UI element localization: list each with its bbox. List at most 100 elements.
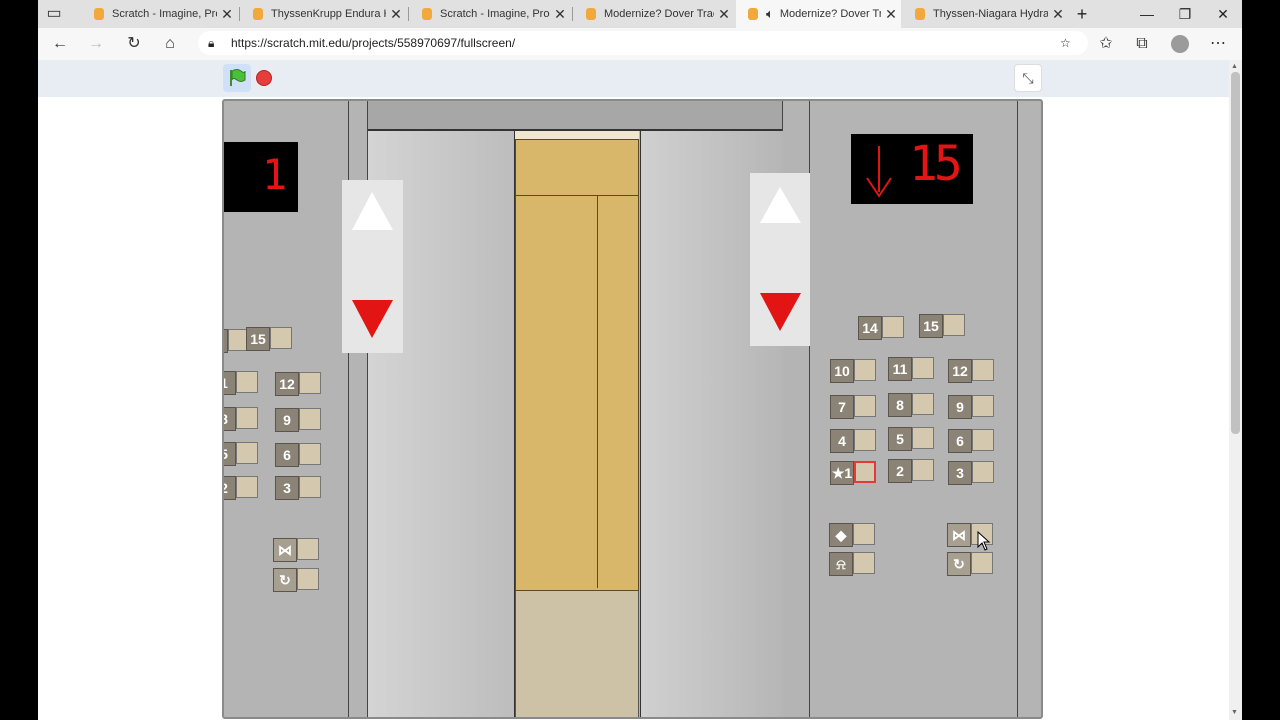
floor-button-4[interactable]: 4 xyxy=(830,429,878,453)
close-tab-icon[interactable]: ✕ xyxy=(386,6,406,23)
mouse-cursor-icon xyxy=(977,531,991,551)
floor-button-left-col[interactable]: 1 xyxy=(224,371,260,395)
down-arrow-icon xyxy=(866,146,892,198)
speaker-icon[interactable]: 🔈︎ xyxy=(766,6,774,22)
home-icon[interactable]: ⌂ xyxy=(154,28,186,60)
floor-button-9[interactable]: 9 xyxy=(948,395,996,419)
url-field[interactable]: 🔒︎ https://scratch.mit.edu/projects/5589… xyxy=(198,31,1088,55)
floor-button-6[interactable]: 6 xyxy=(948,429,996,453)
tab-separator xyxy=(572,7,573,21)
right-floor-display: 15 xyxy=(851,134,973,204)
reload-icon[interactable]: ↻ xyxy=(118,28,150,60)
left-floor-display: 1 xyxy=(224,142,298,212)
scratch-favicon-icon xyxy=(253,8,263,20)
up-arrow-icon xyxy=(352,192,393,230)
scroll-up-icon[interactable]: ▲ xyxy=(1231,63,1238,70)
green-flag-button[interactable] xyxy=(223,64,251,92)
scrollbar-thumb[interactable] xyxy=(1231,72,1240,434)
tab-actions-icon[interactable]: ▭ xyxy=(38,0,70,30)
tab-6[interactable]: Thyssen-Niagara Hydraulic ✕ xyxy=(903,0,1068,28)
lit-lamp xyxy=(854,461,876,483)
scratch-favicon-icon xyxy=(748,8,758,20)
lock-icon[interactable]: 🔒︎ xyxy=(208,31,214,55)
floor-button-3[interactable]: 3 xyxy=(948,461,996,485)
door-hold-button[interactable]: ◆ xyxy=(829,523,877,547)
forward-icon[interactable]: → xyxy=(80,28,112,60)
window-edge-left xyxy=(0,0,38,28)
floor-button-15[interactable]: 15 xyxy=(246,327,294,351)
floor-button-9[interactable]: 9 xyxy=(275,408,323,432)
door-close-icon: ↻ xyxy=(947,552,971,576)
more-menu-icon[interactable]: ⋯ xyxy=(1202,28,1234,60)
favorites-icon[interactable]: ✩ xyxy=(1090,28,1122,60)
scratch-favicon-icon xyxy=(915,8,925,20)
add-favorite-icon[interactable]: ☆ xyxy=(1060,31,1071,55)
floor-button-2[interactable]: 2 xyxy=(888,459,936,483)
left-hall-lantern xyxy=(342,180,403,353)
back-icon[interactable]: ← xyxy=(44,28,76,60)
cab-floor xyxy=(515,591,639,717)
tab-5-active[interactable]: 🔈︎ Modernize? Dover Traction ✕ xyxy=(736,0,901,28)
collections-icon[interactable]: ⧉ xyxy=(1126,28,1158,60)
right-hall-lantern xyxy=(750,173,810,346)
tab-1[interactable]: Scratch - Imagine, Program, Share ✕ xyxy=(82,0,237,28)
floor-button-left-col[interactable]: 5 xyxy=(224,442,260,466)
door-open-button[interactable]: ⋈ xyxy=(273,538,321,562)
floor-button-left-col[interactable]: 2 xyxy=(224,476,260,500)
floor-button-5[interactable]: 5 xyxy=(888,427,936,451)
floor-button-15[interactable]: 15 xyxy=(919,314,967,338)
floor-button-10[interactable]: 10 xyxy=(830,359,878,383)
close-tab-icon[interactable]: ✕ xyxy=(881,6,901,23)
door-open-icon: ⋈ xyxy=(273,538,297,562)
scratch-favicon-icon xyxy=(586,8,596,20)
alarm-icon: ⍾ xyxy=(829,552,853,576)
scroll-down-icon[interactable]: ▼ xyxy=(1231,709,1238,716)
floor-button-left-col[interactable]: 8 xyxy=(224,407,260,431)
down-arrow-icon xyxy=(352,300,393,338)
floor-button-14[interactable]: 14 xyxy=(858,316,906,340)
close-tab-icon[interactable]: ✕ xyxy=(217,6,237,23)
tab-4[interactable]: Modernize? Dover Traction ✕ xyxy=(574,0,734,28)
tab-bar: ▭ Scratch - Imagine, Program, Share ✕ Th… xyxy=(38,0,1242,28)
green-flag-icon xyxy=(230,69,246,86)
tab-3[interactable]: Scratch - Imagine, Program, Share ✕ xyxy=(410,0,570,28)
profile-avatar-icon[interactable] xyxy=(1164,28,1196,60)
scratch-stage-header xyxy=(38,60,1229,97)
door-close-icon: ↻ xyxy=(273,568,297,592)
minimize-icon[interactable]: — xyxy=(1128,0,1166,28)
alarm-button[interactable]: ⍾ xyxy=(829,552,877,576)
address-bar: ← → ↻ ⌂ 🔒︎ https://scratch.mit.edu/proje… xyxy=(38,28,1242,61)
scratch-stage[interactable]: 1 15 15 12 9 6 3 1 8 5 2 ⋈ ↻ 14 15 10 11… xyxy=(222,99,1043,719)
restore-icon[interactable]: ❐ xyxy=(1166,0,1204,28)
door-close-button[interactable]: ↻ xyxy=(273,568,321,592)
window-edge-right xyxy=(1242,0,1280,720)
floor-button-star-1[interactable]: ★1 xyxy=(830,461,878,485)
exit-fullscreen-button[interactable]: ⤡ xyxy=(1014,64,1042,92)
close-tab-icon[interactable]: ✕ xyxy=(714,6,734,23)
floor-button-12[interactable]: 12 xyxy=(948,359,996,383)
floor-button-12[interactable]: 12 xyxy=(275,372,323,396)
new-tab-button[interactable]: + xyxy=(1063,0,1101,28)
down-arrow-icon xyxy=(760,293,801,331)
close-window-icon[interactable]: ✕ xyxy=(1204,0,1242,28)
floor-button-7[interactable]: 7 xyxy=(830,395,878,419)
floor-button-6[interactable]: 6 xyxy=(275,443,323,467)
floor-button-11[interactable]: 11 xyxy=(888,357,936,381)
door-close-button[interactable]: ↻ xyxy=(947,552,995,576)
url-text: https://scratch.mit.edu/projects/5589706… xyxy=(231,36,516,50)
stop-button[interactable] xyxy=(256,70,272,86)
cab-light xyxy=(515,131,639,139)
tab-separator xyxy=(408,7,409,21)
scratch-favicon-icon xyxy=(422,8,432,20)
scratch-favicon-icon xyxy=(94,8,104,20)
tab-2[interactable]: ThyssenKrupp Endura Hydraulic ✕ xyxy=(241,0,406,28)
floor-button-8[interactable]: 8 xyxy=(888,393,936,417)
door-open-icon: ⋈ xyxy=(947,523,971,547)
cab-panel-line xyxy=(516,195,638,196)
floor-button-3[interactable]: 3 xyxy=(275,476,323,500)
cab-panel-line xyxy=(597,196,598,588)
tab-separator xyxy=(239,7,240,21)
up-arrow-icon xyxy=(760,187,801,223)
close-tab-icon[interactable]: ✕ xyxy=(550,6,570,23)
door-header xyxy=(368,101,782,131)
